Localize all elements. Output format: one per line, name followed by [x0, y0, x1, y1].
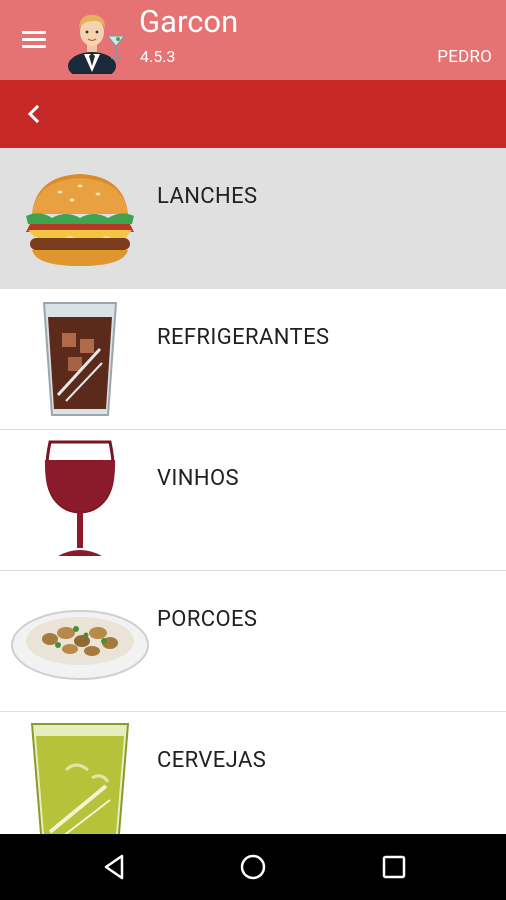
beer-glass-icon [30, 723, 130, 834]
user-name[interactable]: PEDRO [437, 47, 492, 67]
nav-back-icon[interactable] [94, 847, 134, 887]
category-label: PORCOES [157, 607, 258, 632]
chevron-left-icon[interactable] [16, 96, 52, 132]
nav-home-icon[interactable] [233, 847, 273, 887]
category-label: VINHOS [157, 466, 239, 491]
category-item-lanches[interactable]: LANCHES [0, 148, 506, 289]
category-label: REFRIGERANTES [157, 325, 330, 350]
category-list: LANCHES REFRIGERANTES VINHOS PORCOES CER… [0, 148, 506, 834]
soda-glass-icon [42, 302, 118, 416]
burger-icon [26, 174, 134, 266]
system-navigation-bar [0, 834, 506, 900]
sub-toolbar [0, 80, 506, 148]
category-label: LANCHES [157, 184, 258, 209]
app-version: 4.5.3 [140, 47, 176, 66]
wine-glass-icon [44, 440, 116, 556]
category-item-refrigerantes[interactable]: REFRIGERANTES [0, 289, 506, 430]
hamburger-menu-icon[interactable] [16, 22, 52, 58]
category-item-vinhos[interactable]: VINHOS [0, 430, 506, 571]
category-item-porcoes[interactable]: PORCOES [0, 571, 506, 712]
waiter-avatar-icon [68, 14, 126, 74]
app-bar: Garcon 4.5.3 PEDRO [0, 0, 506, 80]
food-plate-icon [11, 610, 149, 680]
category-item-cervejas[interactable]: CERVEJAS [0, 712, 506, 834]
app-title: Garcon [139, 3, 239, 40]
nav-recents-icon[interactable] [374, 847, 414, 887]
category-label: CERVEJAS [157, 748, 267, 773]
